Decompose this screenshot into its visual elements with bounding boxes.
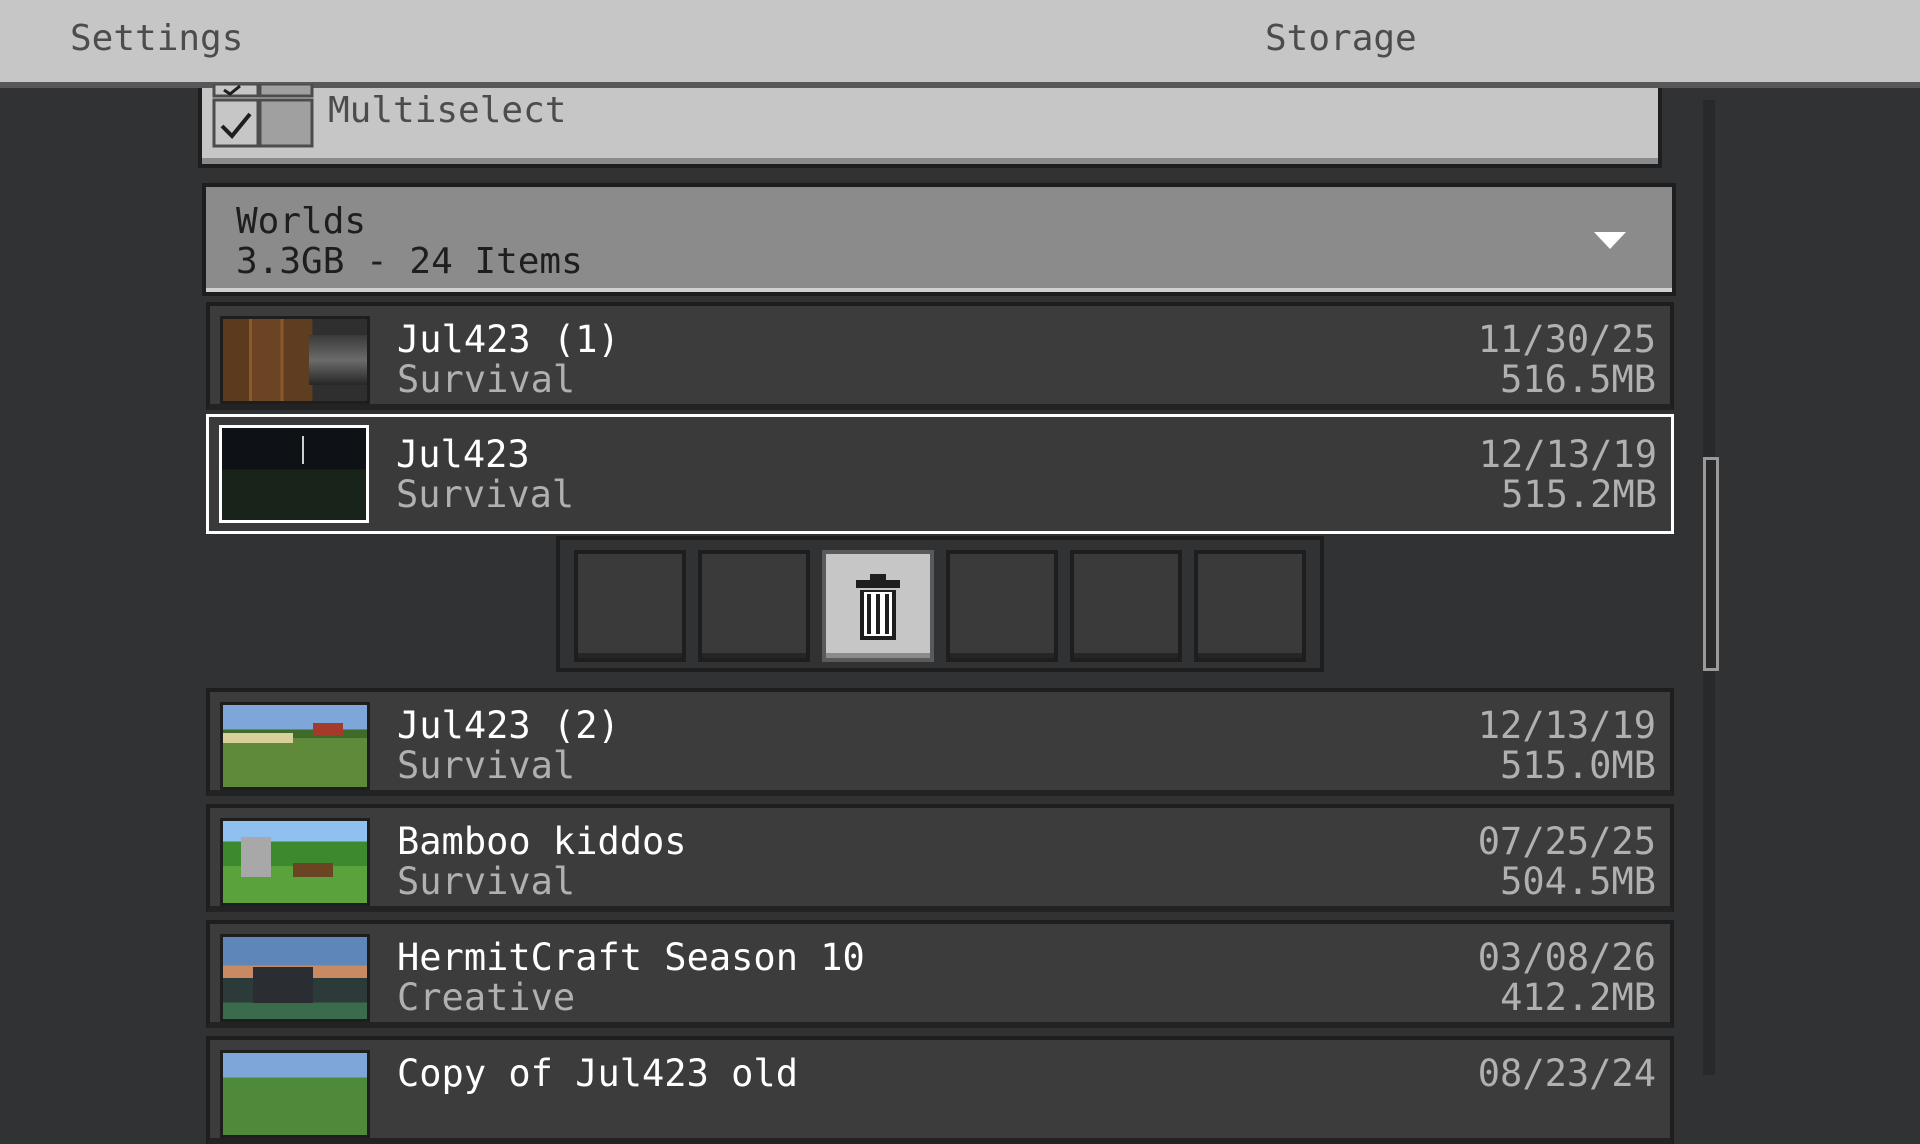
world-thumbnail — [220, 818, 370, 906]
world-mode: Creative — [397, 976, 576, 1019]
tab-settings[interactable]: Settings — [70, 18, 243, 59]
world-date: 12/13/19 — [1477, 704, 1656, 747]
world-date: 08/23/24 — [1477, 1052, 1656, 1095]
world-row-jul423-2[interactable]: Jul423 (2) Survival 12/13/19 515.0MB — [206, 688, 1674, 796]
world-name: Bamboo kiddos — [397, 820, 687, 863]
action-slot-2[interactable] — [698, 550, 810, 662]
world-date: 07/25/25 — [1477, 820, 1656, 863]
world-name: Jul423 — [396, 433, 530, 476]
worlds-group-header[interactable]: Worlds 3.3GB - 24 Items — [202, 183, 1676, 296]
world-row-jul423-1[interactable]: Jul423 (1) Survival 11/30/25 516.5MB — [206, 302, 1674, 410]
action-slot-5[interactable] — [1070, 550, 1182, 662]
action-slot-1[interactable] — [574, 550, 686, 662]
worlds-group-title: Worlds — [236, 201, 367, 242]
world-thumbnail — [219, 425, 369, 523]
world-name: Jul423 (1) — [397, 318, 620, 361]
world-thumbnail — [220, 702, 370, 790]
world-date: 11/30/25 — [1477, 318, 1656, 361]
world-mode: Survival — [397, 744, 576, 787]
world-mode: Survival — [397, 358, 576, 401]
multiselect-label: Multiselect — [328, 90, 567, 131]
action-slot-4[interactable] — [946, 550, 1058, 662]
world-mode: Survival — [397, 860, 576, 903]
world-thumbnail — [220, 316, 370, 404]
world-date: 03/08/26 — [1477, 936, 1656, 979]
chevron-down-icon[interactable] — [1594, 232, 1626, 249]
world-name: HermitCraft Season 10 — [397, 936, 865, 979]
world-action-bar — [556, 536, 1324, 672]
world-name: Jul423 (2) — [397, 704, 620, 747]
multiselect-button[interactable]: Multiselect — [198, 84, 1662, 168]
world-date: 12/13/19 — [1478, 433, 1657, 476]
world-row-jul423[interactable]: Jul423 Survival 12/13/19 515.2MB — [206, 414, 1674, 534]
world-row-bamboo-kiddos[interactable]: Bamboo kiddos Survival 07/25/25 504.5MB — [206, 804, 1674, 912]
multiselect-checkbox-icon — [212, 84, 314, 148]
world-size: 515.2MB — [1501, 473, 1657, 516]
world-name: Copy of Jul423 old — [397, 1052, 798, 1095]
world-row-copy-of-jul423-old[interactable]: Copy of Jul423 old 08/23/24 — [206, 1036, 1674, 1144]
worlds-group-summary: 3.3GB - 24 Items — [236, 241, 583, 282]
trash-icon — [856, 574, 900, 640]
world-size: 516.5MB — [1500, 358, 1656, 401]
tab-storage[interactable]: Storage — [1265, 18, 1417, 59]
world-mode: Survival — [396, 473, 575, 516]
world-size: 515.0MB — [1500, 744, 1656, 787]
scrollbar-thumb[interactable] — [1703, 457, 1719, 671]
world-size: 504.5MB — [1500, 860, 1656, 903]
top-nav-bar: Settings Storage — [0, 0, 1920, 88]
world-thumbnail — [220, 934, 370, 1022]
world-size: 412.2MB — [1500, 976, 1656, 1019]
world-row-hermitcraft-season-10[interactable]: HermitCraft Season 10 Creative 03/08/26 … — [206, 920, 1674, 1028]
world-thumbnail — [220, 1050, 370, 1138]
action-slot-6[interactable] — [1194, 550, 1306, 662]
delete-world-button[interactable] — [822, 550, 934, 662]
